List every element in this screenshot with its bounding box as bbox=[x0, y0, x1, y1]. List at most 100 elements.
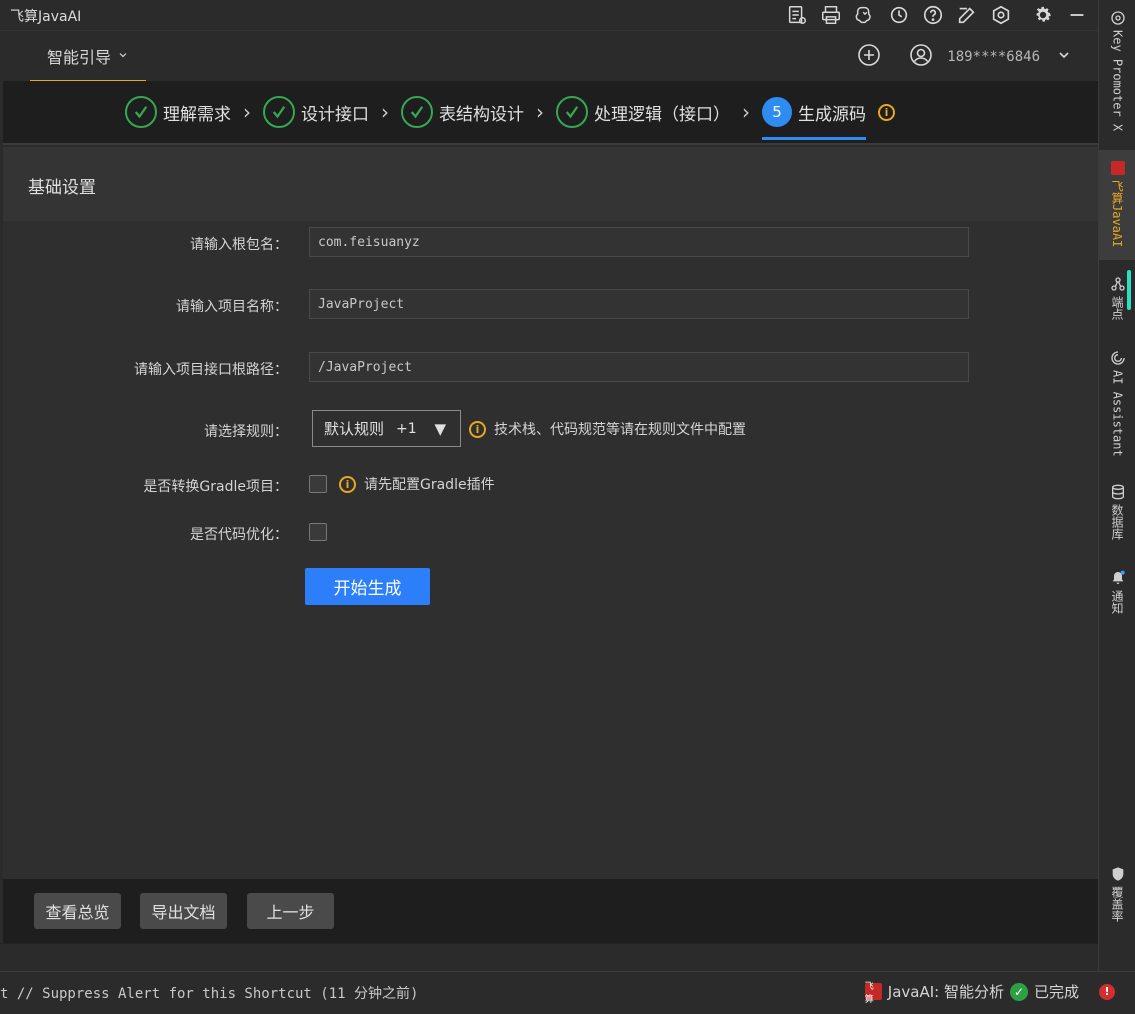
tab-smart-guide[interactable]: 智能引导 bbox=[30, 31, 146, 82]
endpoints-icon bbox=[1110, 276, 1126, 292]
rules-hint-text: 技术栈、代码规范等请在规则文件中配置 bbox=[494, 422, 746, 438]
chevron-right-icon: › bbox=[381, 100, 389, 124]
optimize-row: 是否代码优化： bbox=[3, 521, 1098, 543]
shield-icon bbox=[1110, 866, 1126, 882]
tool-database[interactable]: 数据库 bbox=[1099, 484, 1135, 540]
rules-select[interactable]: 默认规则 +1 ▼ bbox=[312, 410, 461, 447]
step-label: 理解需求 bbox=[163, 104, 231, 125]
step-understand-requirements[interactable]: 理解需求 bbox=[125, 96, 231, 128]
previous-step-button[interactable]: 上一步 bbox=[247, 893, 334, 929]
project-name-input[interactable]: JavaProject bbox=[309, 289, 969, 319]
rules-selected: 默认规则 bbox=[324, 420, 385, 438]
status-message[interactable]: t // Suppress Alert for this Shortcut (1… bbox=[0, 983, 418, 1003]
chevron-right-icon: › bbox=[536, 100, 544, 124]
export-doc-button[interactable]: 导出文档 bbox=[140, 893, 227, 929]
history-icon[interactable] bbox=[886, 3, 912, 27]
database-icon bbox=[1110, 484, 1126, 500]
chevron-down-icon bbox=[117, 46, 129, 65]
info-icon: i bbox=[469, 420, 486, 438]
view-overview-button[interactable]: 查看总览 bbox=[34, 893, 121, 929]
feisuan-logo-icon bbox=[1110, 160, 1126, 176]
footer-spacer bbox=[0, 943, 1098, 971]
status-bar: t // Suppress Alert for this Shortcut (1… bbox=[0, 971, 1135, 1014]
document-settings-icon[interactable] bbox=[784, 3, 810, 27]
done-status: 已完成 bbox=[1033, 983, 1079, 1001]
info-icon: i bbox=[339, 475, 356, 493]
rules-row: 请选择规则： 默认规则 +1 ▼ i 技术栈、代码规范等请在规则文件中配置 bbox=[3, 410, 1098, 447]
start-generate-button[interactable]: 开始生成 bbox=[305, 568, 430, 605]
edit-icon[interactable] bbox=[954, 3, 980, 27]
step-label: 生成源码 bbox=[798, 104, 866, 125]
tool-label: 端点 bbox=[1110, 296, 1124, 320]
feisuan-logo-icon: 飞算 bbox=[864, 982, 882, 1005]
progress-steps: 理解需求 › 设计接口 › 表结构设计 › 处理逻辑（接口） › 5 生成源码 … bbox=[3, 81, 1098, 145]
dropdown-arrow-icon: ▼ bbox=[434, 419, 446, 438]
hexagon-icon[interactable] bbox=[988, 3, 1014, 27]
gear-icon[interactable] bbox=[1030, 3, 1056, 27]
check-circle-icon bbox=[263, 96, 295, 128]
root-package-input[interactable]: com.feisuanyz bbox=[309, 227, 969, 257]
tool-label: 数据库 bbox=[1110, 504, 1124, 540]
tab-label: 智能引导 bbox=[46, 47, 111, 67]
right-tool-strip: Key Promoter X 飞算JavaAI 端点 AI Assistant … bbox=[1098, 0, 1135, 971]
rules-label: 请选择规则： bbox=[204, 424, 288, 440]
gradle-hint-text: 请先配置Gradle插件 bbox=[364, 477, 495, 493]
check-circle-icon: ✓ bbox=[1009, 982, 1028, 1001]
tool-label: 通知 bbox=[1110, 590, 1124, 614]
minimize-icon[interactable] bbox=[1064, 3, 1090, 27]
bell-icon bbox=[1110, 570, 1126, 586]
add-icon[interactable] bbox=[857, 43, 881, 71]
api-root-path-input[interactable]: /JavaProject bbox=[309, 352, 969, 382]
step-table-design[interactable]: 表结构设计 bbox=[401, 96, 524, 128]
window-title: 飞算JavaAI bbox=[10, 9, 82, 25]
rules-hint: i 技术栈、代码规范等请在规则文件中配置 bbox=[469, 419, 746, 439]
project-name-label: 请输入项目名称： bbox=[176, 299, 288, 315]
project-name-row: 请输入项目名称： JavaProject bbox=[3, 289, 1098, 319]
user-menu-chevron-icon[interactable] bbox=[1056, 47, 1072, 67]
footer-bar: 查看总览 导出文档 上一步 bbox=[3, 879, 1098, 943]
settings-form: 请输入根包名： com.feisuanyz 请输入项目名称： JavaProje… bbox=[3, 221, 1098, 879]
chevron-right-icon: › bbox=[742, 100, 750, 124]
ai-assistant-icon bbox=[1110, 350, 1126, 366]
check-circle-icon bbox=[401, 96, 433, 128]
tool-notifications[interactable]: 通知 bbox=[1099, 570, 1135, 614]
section-header: 基础设置 bbox=[3, 147, 1098, 221]
scroll-indicator bbox=[1127, 270, 1131, 310]
step-number: 5 bbox=[762, 97, 792, 127]
printer-icon[interactable] bbox=[818, 3, 844, 27]
tool-ai-assistant[interactable]: AI Assistant bbox=[1099, 350, 1135, 457]
optimize-checkbox[interactable] bbox=[309, 523, 327, 541]
check-circle-icon bbox=[125, 96, 157, 128]
gradle-checkbox[interactable] bbox=[309, 475, 327, 493]
root-package-row: 请输入根包名： com.feisuanyz bbox=[3, 227, 1098, 257]
step-design-api[interactable]: 设计接口 bbox=[263, 96, 369, 128]
tool-label: 飞算JavaAI bbox=[1110, 180, 1124, 248]
api-root-path-row: 请输入项目接口根路径： /JavaProject bbox=[3, 352, 1098, 382]
brain-icon[interactable] bbox=[852, 3, 878, 27]
title-bar: 飞算JavaAI bbox=[0, 0, 1098, 30]
api-root-path-label: 请输入项目接口根路径： bbox=[134, 362, 288, 378]
step-process-logic[interactable]: 处理逻辑（接口） bbox=[556, 96, 730, 128]
info-icon[interactable]: i bbox=[878, 103, 895, 121]
section-title: 基础设置 bbox=[28, 178, 96, 198]
gradle-hint: i 请先配置Gradle插件 bbox=[339, 474, 495, 494]
user-phone: 189****6846 bbox=[947, 49, 1040, 65]
tool-label: 覆盖率 bbox=[1110, 886, 1124, 922]
step-label: 表结构设计 bbox=[439, 104, 524, 125]
step-label: 处理逻辑（接口） bbox=[594, 104, 730, 125]
tool-feisuan-javaai[interactable]: 飞算JavaAI bbox=[1099, 150, 1135, 260]
root-package-label: 请输入根包名： bbox=[190, 237, 288, 253]
step-generate-source[interactable]: 5 生成源码 bbox=[762, 97, 866, 140]
tool-coverage[interactable]: 覆盖率 bbox=[1099, 866, 1135, 922]
user-avatar-icon[interactable] bbox=[909, 43, 933, 71]
help-icon[interactable] bbox=[920, 3, 946, 27]
error-icon[interactable]: ! bbox=[1099, 983, 1115, 1000]
check-circle-icon bbox=[556, 96, 588, 128]
plugin-status[interactable]: JavaAI: 智能分析 bbox=[888, 981, 1004, 1002]
tool-key-promoter[interactable]: Key Promoter X bbox=[1099, 10, 1135, 131]
step-label: 设计接口 bbox=[301, 104, 369, 125]
gradle-row: 是否转换Gradle项目： i 请先配置Gradle插件 bbox=[3, 473, 1098, 495]
optimize-label: 是否代码优化： bbox=[190, 527, 288, 543]
tool-label: Key Promoter X bbox=[1110, 30, 1125, 132]
gradle-label: 是否转换Gradle项目： bbox=[143, 479, 288, 495]
